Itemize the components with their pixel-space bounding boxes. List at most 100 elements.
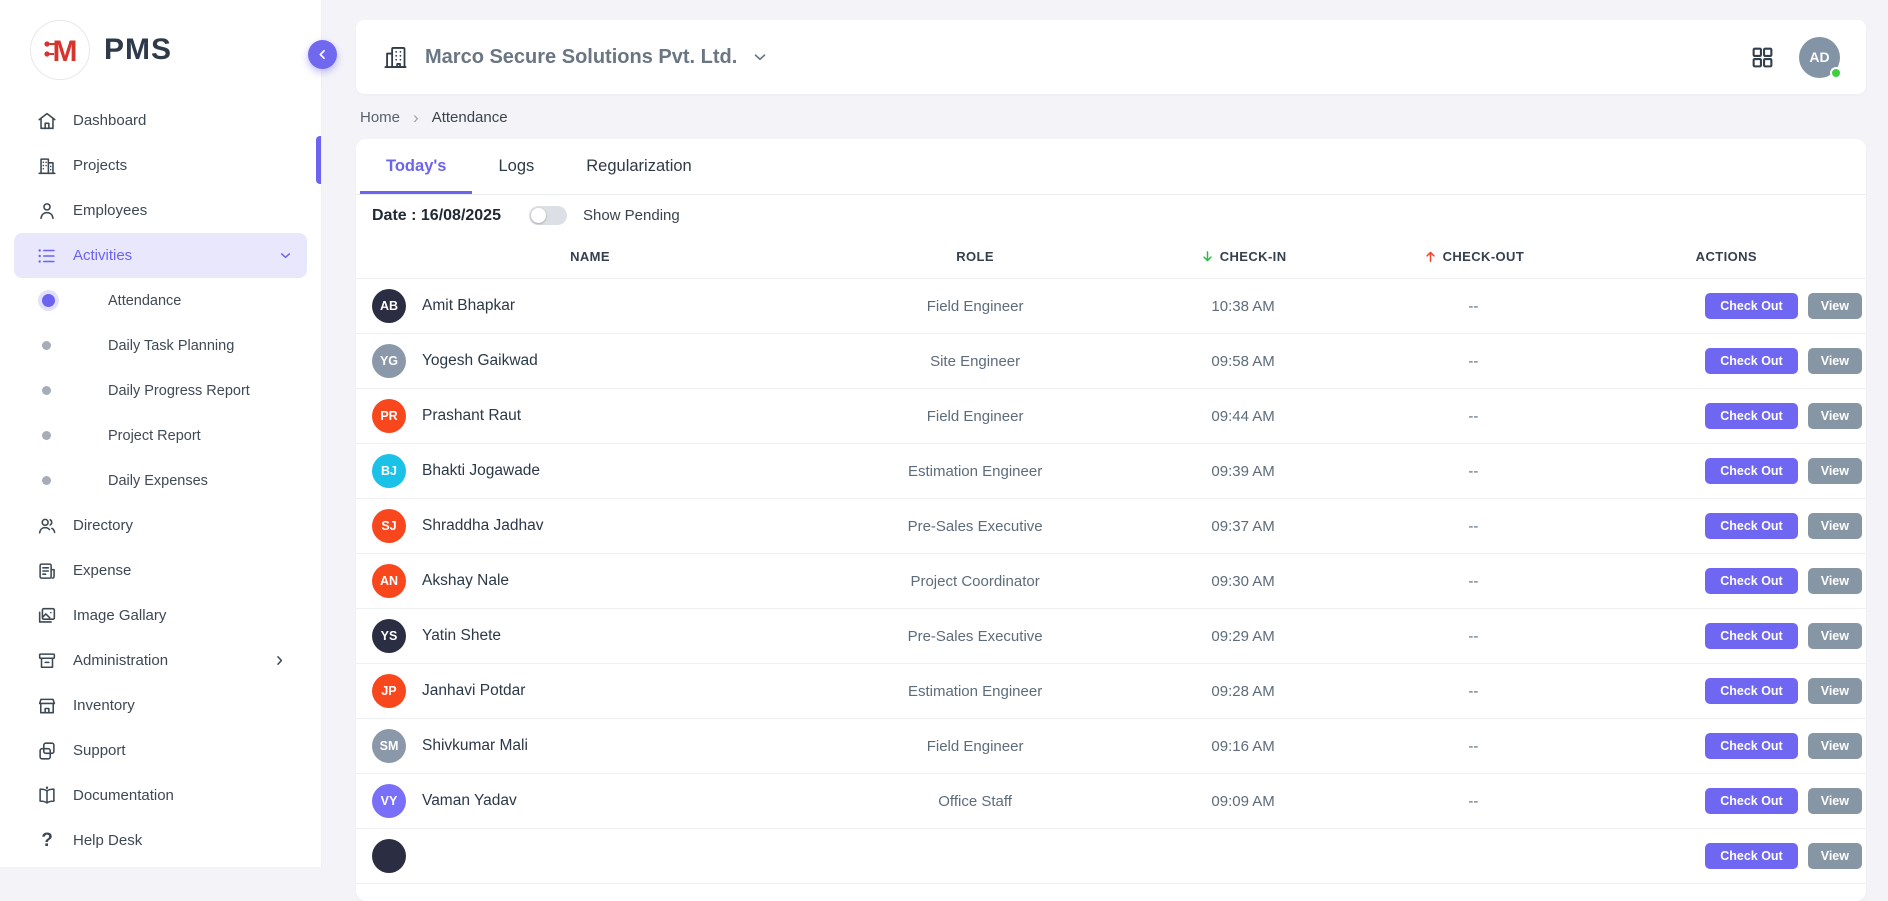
check-out-button[interactable]: Check Out [1705, 788, 1798, 814]
employee-cell: BJ Bhakti Jogawade [356, 454, 824, 488]
employee-name: Akshay Nale [422, 572, 509, 590]
row-actions: Check Out View [1587, 843, 1866, 869]
table-row: VY Vaman Yadav Office Staff 09:09 AM -- … [356, 774, 1866, 829]
sidebar-item-image-gallary[interactable]: Image Gallary [0, 593, 321, 638]
check-out-button[interactable]: Check Out [1705, 348, 1798, 374]
avatar: PR [372, 399, 406, 433]
employee-role: Site Engineer [824, 353, 1126, 370]
column-header-checkin[interactable]: CHECK-IN [1126, 249, 1360, 264]
view-button[interactable]: View [1808, 293, 1862, 319]
view-button[interactable]: View [1808, 843, 1862, 869]
store-icon [36, 695, 58, 717]
sidebar-subitem-daily-expenses[interactable]: Daily Expenses [0, 458, 321, 503]
user-initials: AD [1809, 49, 1829, 65]
sidebar-item-employees[interactable]: Employees [0, 188, 321, 233]
avatar: BJ [372, 454, 406, 488]
view-button[interactable]: View [1808, 733, 1862, 759]
avatar [372, 839, 406, 873]
help-icon: ? [36, 830, 58, 852]
sidebar-item-label: Projects [73, 157, 127, 174]
sidebar-nav: Dashboard Projects Employees Activities … [0, 98, 321, 863]
avatar: SJ [372, 509, 406, 543]
check-out-button[interactable]: Check Out [1705, 678, 1798, 704]
show-pending-toggle[interactable] [529, 206, 567, 225]
sidebar-item-documentation[interactable]: Documentation [0, 773, 321, 818]
employee-name: Bhakti Jogawade [422, 462, 540, 480]
column-header-actions: ACTIONS [1587, 249, 1866, 264]
main-area: Marco Secure Solutions Pvt. Ltd. AD Home… [322, 0, 1888, 867]
check-out-button[interactable]: Check Out [1705, 403, 1798, 429]
date-label: Date : 16/08/2025 [372, 207, 501, 225]
row-actions: Check Out View [1587, 623, 1866, 649]
sidebar-item-dashboard[interactable]: Dashboard [0, 98, 321, 143]
sidebar-item-support[interactable]: Support [0, 728, 321, 773]
view-button[interactable]: View [1808, 458, 1862, 484]
sidebar-item-label: Support [73, 742, 126, 759]
sidebar-subitem-attendance[interactable]: Attendance [0, 278, 321, 323]
check-out-button[interactable]: Check Out [1705, 623, 1798, 649]
check-out-button[interactable]: Check Out [1705, 843, 1798, 869]
sidebar-item-projects[interactable]: Projects [0, 143, 321, 188]
employee-name: Shraddha Jadhav [422, 517, 544, 535]
check-out-button[interactable]: Check Out [1705, 513, 1798, 539]
employee-name: Janhavi Potdar [422, 682, 525, 700]
check-out-button[interactable]: Check Out [1705, 293, 1798, 319]
tab-todays[interactable]: Today's [360, 139, 472, 194]
sidebar-item-inventory[interactable]: Inventory [0, 683, 321, 728]
sidebar-item-label: Activities [73, 247, 132, 264]
tab-regularization[interactable]: Regularization [560, 139, 717, 194]
sidebar-item-label: Expense [73, 562, 131, 579]
row-actions: Check Out View [1587, 788, 1866, 814]
sidebar-item-expense[interactable]: Expense [0, 548, 321, 593]
check-out-button[interactable]: Check Out [1705, 733, 1798, 759]
check-out-button[interactable]: Check Out [1705, 568, 1798, 594]
sidebar-item-label: Dashboard [73, 112, 146, 129]
active-section-accent-bar [316, 136, 321, 184]
check-in-time: 09:29 AM [1126, 628, 1360, 645]
sidebar-subitem-daily-task-planning[interactable]: Daily Task Planning [0, 323, 321, 368]
user-avatar[interactable]: AD [1799, 37, 1840, 78]
breadcrumb-home-link[interactable]: Home [360, 109, 400, 126]
sidebar-item-label: Employees [73, 202, 147, 219]
sidebar-item-directory[interactable]: Directory [0, 503, 321, 548]
table-row: BJ Bhakti Jogawade Estimation Engineer 0… [356, 444, 1866, 499]
employee-cell: AN Akshay Nale [356, 564, 824, 598]
sidebar: M PMS Dashboard Projects Employees Activ… [0, 0, 322, 867]
check-out-value: -- [1360, 793, 1587, 810]
column-header-checkout[interactable]: CHECK-OUT [1360, 249, 1587, 264]
sidebar-subitem-label: Attendance [108, 293, 181, 309]
row-actions: Check Out View [1587, 458, 1866, 484]
building-icon [36, 155, 58, 177]
sidebar-item-help-desk[interactable]: ? Help Desk [0, 818, 321, 863]
sidebar-subitem-project-report[interactable]: Project Report [0, 413, 321, 458]
employee-cell: SM Shivkumar Mali [356, 729, 824, 763]
table-row: PR Prashant Raut Field Engineer 09:44 AM… [356, 389, 1866, 444]
view-button[interactable]: View [1808, 348, 1862, 374]
sidebar-subitem-daily-progress-report[interactable]: Daily Progress Report [0, 368, 321, 413]
view-button[interactable]: View [1808, 568, 1862, 594]
column-header-role: ROLE [824, 249, 1126, 264]
avatar: JP [372, 674, 406, 708]
chevron-down-icon[interactable] [751, 48, 769, 66]
avatar: YG [372, 344, 406, 378]
apps-grid-icon[interactable] [1750, 45, 1775, 70]
company-selector-label[interactable]: Marco Secure Solutions Pvt. Ltd. [425, 46, 737, 69]
employee-cell [356, 839, 824, 873]
check-out-value: -- [1360, 738, 1587, 755]
chevron-left-icon [315, 47, 330, 62]
view-button[interactable]: View [1808, 788, 1862, 814]
sidebar-item-administration[interactable]: Administration [0, 638, 321, 683]
view-button[interactable]: View [1808, 678, 1862, 704]
view-button[interactable]: View [1808, 623, 1862, 649]
tab-logs[interactable]: Logs [472, 139, 560, 194]
view-button[interactable]: View [1808, 403, 1862, 429]
table-row: YS Yatin Shete Pre-Sales Executive 09:29… [356, 609, 1866, 664]
sidebar-collapse-button[interactable] [308, 40, 337, 69]
check-out-value: -- [1360, 463, 1587, 480]
sidebar-item-label: Help Desk [73, 832, 142, 849]
check-out-value: -- [1360, 628, 1587, 645]
view-button[interactable]: View [1808, 513, 1862, 539]
check-out-button[interactable]: Check Out [1705, 458, 1798, 484]
sidebar-item-activities[interactable]: Activities [14, 233, 307, 278]
table-row: Check Out View [356, 829, 1866, 884]
